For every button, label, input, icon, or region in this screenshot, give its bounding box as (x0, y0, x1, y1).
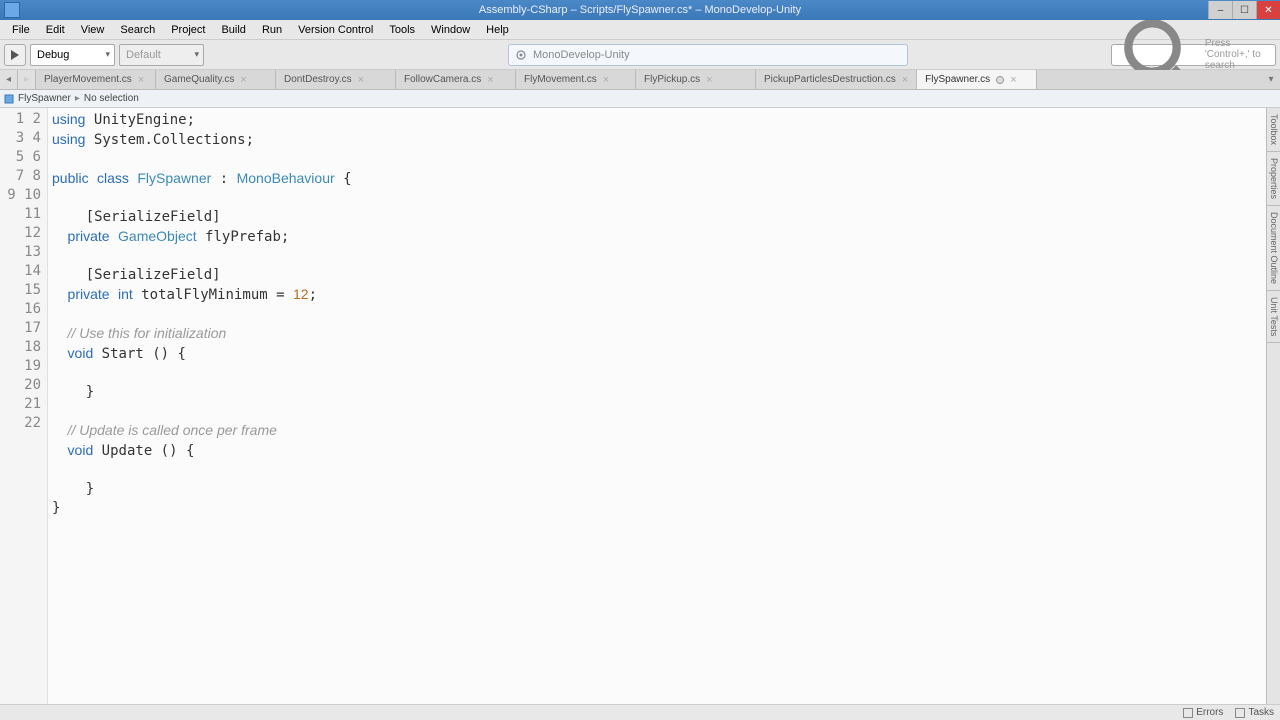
checkbox-icon (1235, 708, 1245, 718)
dirty-indicator-icon (996, 76, 1004, 84)
tab-fly-movement[interactable]: FlyMovement.cs× (516, 70, 636, 89)
window-title: Assembly-CSharp – Scripts/FlySpawner.cs*… (479, 4, 801, 16)
checkbox-icon (1183, 708, 1193, 718)
menu-help[interactable]: Help (478, 22, 517, 38)
maximize-button[interactable]: ☐ (1232, 1, 1256, 19)
menu-tools[interactable]: Tools (381, 22, 423, 38)
close-icon[interactable]: × (487, 74, 493, 86)
config-selector[interactable]: Debug (30, 44, 115, 66)
line-gutter: 1 2 3 4 5 6 7 8 9 10 11 12 13 14 15 16 1… (0, 108, 48, 704)
code-area[interactable]: using UnityEngine; using System.Collecti… (48, 108, 1266, 704)
breadcrumb: FlySpawner ▸ No selection (0, 90, 1280, 108)
minimize-button[interactable]: – (1208, 1, 1232, 19)
tab-fly-pickup[interactable]: FlyPickup.cs× (636, 70, 756, 89)
tab-overflow[interactable]: ▾ (1262, 70, 1280, 89)
chevron-right-icon: ▸ (75, 93, 80, 104)
close-icon[interactable]: × (240, 74, 246, 86)
config-label: Debug (37, 49, 69, 61)
close-button[interactable]: ✕ (1256, 1, 1280, 19)
tab-fly-spawner[interactable]: FlySpawner.cs× (917, 70, 1037, 89)
menu-edit[interactable]: Edit (38, 22, 73, 38)
close-icon[interactable]: × (138, 74, 144, 86)
breadcrumb-class[interactable]: FlySpawner (18, 93, 71, 104)
target-selector[interactable]: Default (119, 44, 204, 66)
menu-view[interactable]: View (73, 22, 113, 38)
close-icon[interactable]: × (1010, 74, 1016, 86)
editor: 1 2 3 4 5 6 7 8 9 10 11 12 13 14 15 16 1… (0, 108, 1280, 704)
menu-run[interactable]: Run (254, 22, 290, 38)
menu-search[interactable]: Search (112, 22, 163, 38)
close-icon[interactable]: × (706, 74, 712, 86)
status-bar: Errors Tasks (0, 704, 1280, 720)
tab-pickup-particles[interactable]: PickupParticlesDestruction.cs× (756, 70, 917, 89)
close-icon[interactable]: × (358, 74, 364, 86)
status-errors[interactable]: Errors (1183, 707, 1223, 718)
side-tab-document-outline[interactable]: Document Outline (1267, 206, 1280, 291)
tab-nav-forward[interactable]: ▸ (18, 70, 36, 89)
status-tasks[interactable]: Tasks (1235, 707, 1274, 718)
tab-nav-back[interactable]: ◂ (0, 70, 18, 89)
title-bar: Assembly-CSharp – Scripts/FlySpawner.cs*… (0, 0, 1280, 20)
center-info-text: MonoDevelop-Unity (533, 49, 630, 61)
play-icon (10, 50, 20, 60)
center-info-box[interactable]: MonoDevelop-Unity (508, 44, 908, 66)
global-search[interactable]: Press 'Control+,' to search (1111, 44, 1276, 66)
side-tab-unit-tests[interactable]: Unit Tests (1267, 291, 1280, 343)
tab-follow-camera[interactable]: FollowCamera.cs× (396, 70, 516, 89)
app-icon (4, 2, 20, 18)
menu-bar: File Edit View Search Project Build Run … (0, 20, 1280, 40)
run-button[interactable] (4, 44, 26, 66)
tab-game-quality[interactable]: GameQuality.cs× (156, 70, 276, 89)
target-label: Default (126, 49, 161, 61)
side-panel-tabs: Toolbox Properties Document Outline Unit… (1266, 108, 1280, 704)
close-icon[interactable]: × (603, 74, 609, 86)
toolbar: Debug Default MonoDevelop-Unity Press 'C… (0, 40, 1280, 70)
menu-version-control[interactable]: Version Control (290, 22, 381, 38)
menu-file[interactable]: File (4, 22, 38, 38)
menu-window[interactable]: Window (423, 22, 478, 38)
close-icon[interactable]: × (902, 74, 908, 86)
tab-dont-destroy[interactable]: DontDestroy.cs× (276, 70, 396, 89)
menu-project[interactable]: Project (163, 22, 213, 38)
menu-build[interactable]: Build (213, 22, 253, 38)
tab-strip: ◂ ▸ PlayerMovement.cs× GameQuality.cs× D… (0, 70, 1280, 90)
tab-player-movement[interactable]: PlayerMovement.cs× (36, 70, 156, 89)
breadcrumb-member[interactable]: No selection (84, 93, 139, 104)
search-placeholder: Press 'Control+,' to search (1205, 38, 1269, 71)
target-icon (515, 49, 527, 61)
side-tab-properties[interactable]: Properties (1267, 152, 1280, 206)
class-icon (4, 94, 14, 104)
side-tab-toolbox[interactable]: Toolbox (1267, 108, 1280, 152)
